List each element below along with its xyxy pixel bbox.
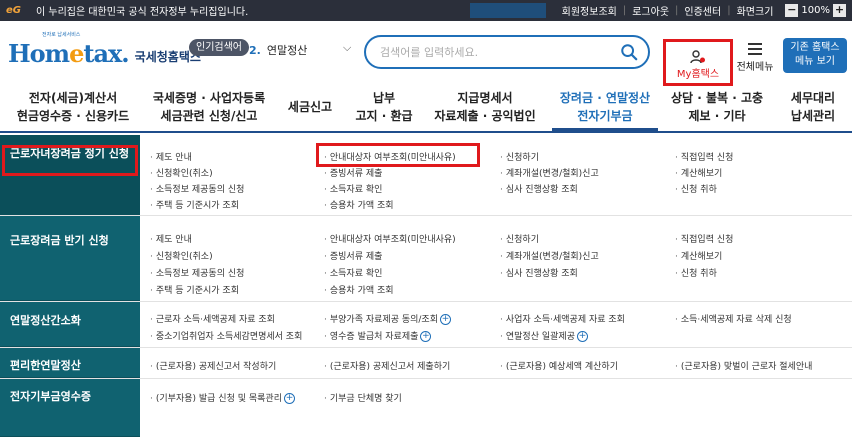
menu-link[interactable]: 소득자료 확인 <box>324 266 383 279</box>
menu-link[interactable]: 증빙서류 제출 <box>324 166 383 179</box>
nav-payment[interactable]: 납부 고지 · 환급 <box>350 89 418 125</box>
menu-link[interactable]: 신청하기 <box>500 150 539 163</box>
section-title-donation-receipt[interactable]: 전자기부금영수증 <box>0 379 140 437</box>
plus-circle-icon: + <box>576 331 588 342</box>
menu-link[interactable]: 주택 등 기준시가 조회 <box>150 283 239 296</box>
my-hometax-label: My홈택스 <box>676 69 720 80</box>
menu-link[interactable]: 안내대상자 여부조회(미안내사유) <box>324 232 456 245</box>
search-icon[interactable] <box>620 43 638 61</box>
classic-menu-button[interactable]: 기존 홈택스 메뉴 보기 <box>783 38 847 73</box>
menu-link[interactable]: 신청하기 <box>500 232 539 245</box>
menu-link[interactable]: 증빙서류 제출 <box>324 249 383 262</box>
menu-link[interactable]: 영수증 발급처 자료제출+ <box>324 329 432 342</box>
section-title-eitc-half[interactable]: 근로장려금 반기 신청 <box>0 216 140 301</box>
all-menu-button[interactable]: 전체메뉴 <box>735 43 775 73</box>
search-input[interactable] <box>380 44 610 60</box>
menu-link[interactable]: 계산해보기 <box>675 166 722 179</box>
plus-circle-icon: + <box>283 393 295 404</box>
cert-center-link[interactable]: 인증센터 <box>678 3 727 18</box>
menu-link[interactable]: 심사 진행상황 조회 <box>500 266 578 279</box>
screen-size-label: 화면크기 <box>736 7 774 18</box>
menu-link[interactable]: 직접입력 신청 <box>675 232 734 245</box>
official-notice: 이 누리집은 대한민국 공식 전자정부 누리집입니다. <box>36 7 249 18</box>
menu-link[interactable]: 주택 등 기준시가 조회 <box>150 198 239 211</box>
egov-logo-icon: eG <box>6 4 21 16</box>
nav-tax-agent[interactable]: 세무대리 납세관리 <box>778 89 848 125</box>
menu-link[interactable]: 중소기업취업자 소득세감면명세서 조회 <box>150 329 302 342</box>
menu-link[interactable]: 소득정보 제공동의 신청 <box>150 266 245 279</box>
logo-wordmark: Hometax. <box>8 39 130 68</box>
menu-link[interactable]: 소득·세액공제 자료 삭제 신청 <box>675 312 792 325</box>
plus-circle-icon: + <box>420 331 432 342</box>
chevron-down-icon[interactable]: ⌵ <box>343 41 351 55</box>
menu-link[interactable]: 제도 안내 <box>150 150 192 163</box>
menu-link[interactable]: 소득자료 확인 <box>324 182 383 195</box>
nav-tax-filing[interactable]: 세금신고 <box>280 98 340 116</box>
main-navigation: 전자(세금)계산서 현금영수증 · 신용카드 국세증명 · 사업자등록 세금관련 신… <box>0 85 852 133</box>
menu-link[interactable]: 신청 취하 <box>675 266 717 279</box>
menu-link[interactable]: 직접입력 신청 <box>675 150 734 163</box>
section-title-yearend-simple[interactable]: 연말정산간소화 <box>0 302 140 347</box>
menu-link[interactable]: 계좌개설(변경/철회)신고 <box>500 166 599 179</box>
menu-link[interactable]: 부양가족 자료제공 동의/조회+ <box>324 312 451 325</box>
zoom-out-button[interactable]: − <box>785 4 799 17</box>
logo-tagline: 전자로 납세서비스 <box>42 32 81 38</box>
submenu-panel: 근로자녀장려금 정기 신청 제도 안내 신청확인(취소) 소득정보 제공동의 신… <box>0 135 852 437</box>
menu-link[interactable]: 심사 진행상황 조회 <box>500 182 578 195</box>
menu-link[interactable]: 기부금 단체명 찾기 <box>324 391 402 404</box>
government-banner: eG 이 누리집은 대한민국 공식 전자정부 누리집입니다. 회원정보조회 | … <box>0 0 852 21</box>
nav-certificates[interactable]: 국세증명 · 사업자등록 세금관련 신청/신고 <box>144 89 274 125</box>
highlight-box <box>2 145 138 176</box>
menu-link[interactable]: 신청확인(취소) <box>150 249 213 262</box>
menu-link[interactable]: 연말정산 일괄제공+ <box>500 329 588 342</box>
nav-consulting[interactable]: 상담 · 불복 · 고충 제보 · 기타 <box>664 89 770 125</box>
popular-keyword[interactable]: 2. 연말정산 <box>249 42 307 58</box>
highlight-box <box>316 143 480 167</box>
header: 전자로 납세서비스 Hometax. 국세청홈택스 인기검색어 2. 연말정산 ⌵… <box>0 21 852 86</box>
plus-circle-icon: + <box>440 314 451 325</box>
nav-e-invoice[interactable]: 전자(세금)계산서 현금영수증 · 신용카드 <box>8 89 138 125</box>
section-row: 근로장려금 반기 신청 제도 안내 신청확인(취소) 소득정보 제공동의 신청 … <box>0 216 852 302</box>
hometax-logo[interactable]: Hometax. 국세청홈택스 <box>8 39 201 68</box>
zoom-value: 100% <box>801 5 830 16</box>
menu-link[interactable]: 소득정보 제공동의 신청 <box>150 182 245 195</box>
menu-icon <box>748 43 762 55</box>
nav-incentives[interactable]: 장려금 · 연말정산 전자기부금 <box>552 89 658 125</box>
popular-keyword-tag: 인기검색어 <box>189 39 249 56</box>
section-row: 전자기부금영수증 (기부자용) 발급 신청 및 목록관리+ 기부금 단체명 찾기 <box>0 379 852 437</box>
menu-link[interactable]: 계좌개설(변경/철회)신고 <box>500 249 599 262</box>
logout-link[interactable]: 로그아웃 <box>626 3 675 18</box>
menu-link[interactable]: 신청 취하 <box>675 182 717 195</box>
section-title-convenient-yearend[interactable]: 편리한연말정산 <box>0 348 140 378</box>
section-row: 연말정산간소화 근로자 소득·세액공제 자료 조회 중소기업취업자 소득세감면명… <box>0 302 852 348</box>
menu-link[interactable]: 승용차 가액 조회 <box>324 198 394 211</box>
user-icon <box>690 50 705 64</box>
menu-link[interactable]: (근로자용) 맞벌이 근로자 절세안내 <box>675 359 813 372</box>
zoom-in-button[interactable]: + <box>833 4 846 17</box>
menu-link[interactable]: 제도 안내 <box>150 232 192 245</box>
all-menu-label: 전체메뉴 <box>736 62 774 73</box>
member-info-link[interactable]: 회원정보조회 <box>556 3 623 18</box>
menu-link[interactable]: (근로자용) 공제신고서 작성하기 <box>150 359 276 372</box>
user-name-redacted <box>469 3 546 18</box>
menu-link[interactable]: 근로자 소득·세액공제 자료 조회 <box>150 312 275 325</box>
menu-link[interactable]: (근로자용) 공제신고서 제출하기 <box>324 359 450 372</box>
menu-link[interactable]: 사업자 소득·세액공제 자료 조회 <box>500 312 625 325</box>
my-hometax-button[interactable]: My홈택스 <box>663 39 733 86</box>
menu-link[interactable]: 계산해보기 <box>675 249 722 262</box>
menu-link[interactable]: (근로자용) 예상세액 계산하기 <box>500 359 618 372</box>
menu-link[interactable]: (기부자용) 발급 신청 및 목록관리+ <box>150 391 295 404</box>
active-tab-indicator <box>552 128 658 132</box>
nav-statements[interactable]: 지급명세서 자료제출 · 공익법인 <box>426 89 544 125</box>
menu-link[interactable]: 승용차 가액 조회 <box>324 283 394 296</box>
search-box <box>364 35 650 69</box>
section-row: 편리한연말정산 (근로자용) 공제신고서 작성하기 (근로자용) 공제신고서 제… <box>0 348 852 379</box>
menu-link[interactable]: 신청확인(취소) <box>150 166 213 179</box>
